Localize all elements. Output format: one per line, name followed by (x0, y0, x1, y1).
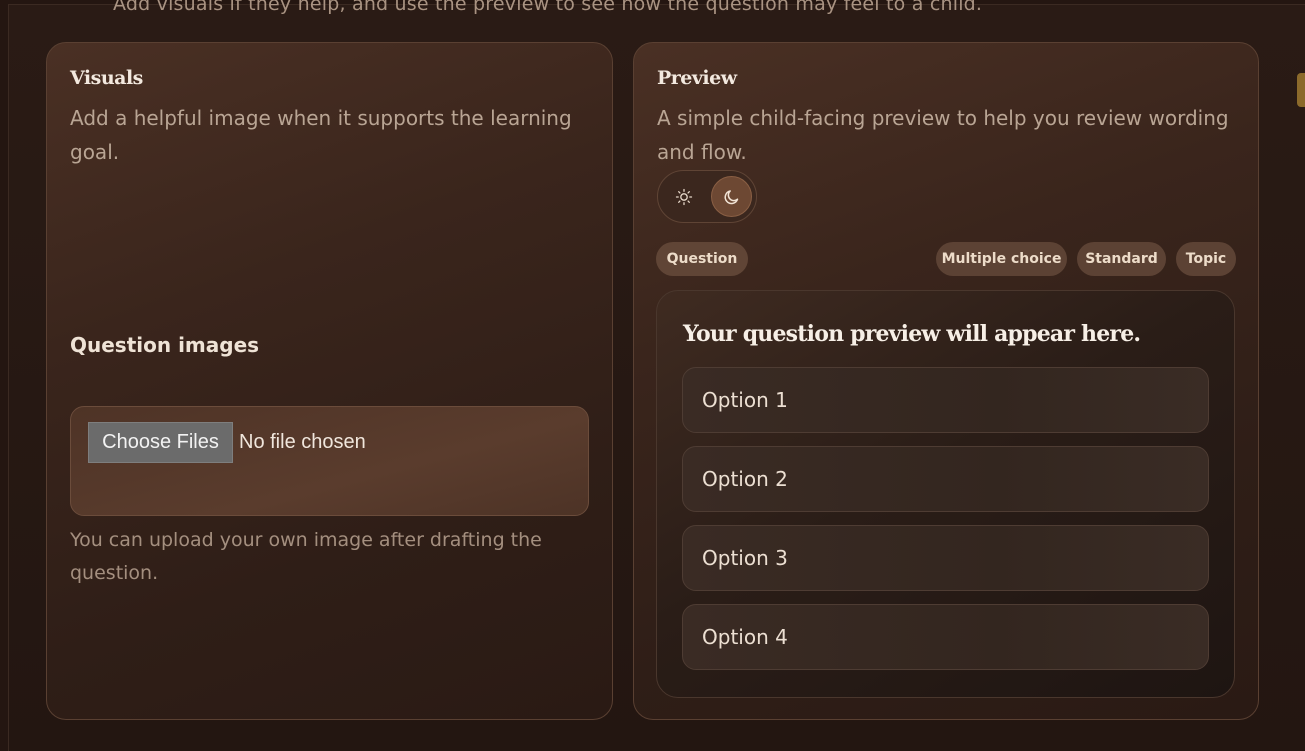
file-upload-box[interactable]: Choose Files No file chosen (70, 406, 589, 516)
answer-option-1[interactable]: Option 1 (682, 367, 1209, 433)
visuals-title: Visuals (70, 67, 143, 89)
tag-type: Multiple choice (936, 242, 1067, 276)
choose-files-button[interactable]: Choose Files (88, 422, 233, 463)
preview-question-text: Your question preview will appear here. (683, 321, 1141, 347)
file-status: No file chosen (239, 431, 366, 453)
tag-standard: Standard (1077, 242, 1166, 276)
moon-icon[interactable] (711, 176, 752, 217)
sun-icon[interactable] (663, 176, 704, 217)
answer-option-4[interactable]: Option 4 (682, 604, 1209, 670)
question-preview-card: Your question preview will appear here. … (656, 290, 1235, 698)
preview-panel: Preview A simple child-facing preview to… (633, 42, 1259, 720)
question-tag: Question (656, 242, 748, 276)
answer-option-2[interactable]: Option 2 (682, 446, 1209, 512)
intro-text: Add visuals if they help, and use the pr… (113, 0, 983, 15)
edge-accent (1297, 73, 1305, 107)
visuals-description: Add a helpful image when it supports the… (70, 106, 572, 164)
question-images-label: Question images (70, 333, 260, 357)
preview-description: A simple child-facing preview to help yo… (657, 106, 1229, 164)
tag-topic: Topic (1176, 242, 1236, 276)
answer-option-3[interactable]: Option 3 (682, 525, 1209, 591)
theme-toggle (657, 170, 757, 223)
visuals-panel: Visuals Add a helpful image when it supp… (46, 42, 613, 720)
upload-help-text: You can upload your own image after draf… (70, 529, 542, 584)
preview-title: Preview (657, 67, 737, 89)
